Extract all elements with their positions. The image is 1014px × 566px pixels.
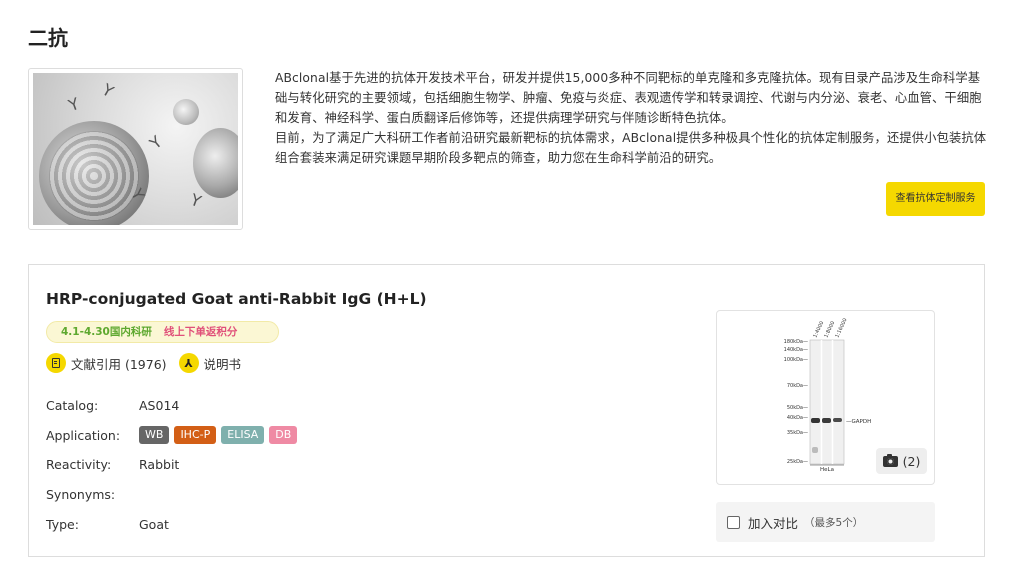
promo-text: 线上下单返积分: [163, 326, 238, 338]
promo-date: 4.1-4.30国内科研: [61, 326, 152, 338]
promo-banner[interactable]: 4.1-4.30国内科研 线上下单返积分: [46, 321, 279, 343]
blot-membrane: [809, 339, 845, 465]
camera-icon: [882, 453, 898, 467]
type-label: Type:: [46, 517, 79, 532]
application-label: Application:: [46, 427, 121, 443]
application-tag[interactable]: ELISA: [221, 426, 265, 444]
document-icon: [46, 353, 66, 373]
compare-note: （最多5个）: [804, 516, 864, 529]
band-label: —GAPDH: [846, 419, 871, 425]
lane-label: 1:16000: [834, 317, 848, 338]
image-gallery-button[interactable]: (2): [876, 448, 927, 474]
molecular-weight-marker: 100kDa—: [784, 357, 808, 363]
application-tag[interactable]: IHC-P: [174, 426, 217, 444]
blot-smear: [812, 447, 818, 453]
action-row: 文献引用 (1976) ⅄ 说明书: [46, 352, 253, 374]
molecular-weight-marker: 180kDa—: [784, 339, 808, 345]
image-count: (2): [902, 453, 921, 469]
intro-image: Y Y Y Y Y: [33, 73, 238, 225]
virus-particle-small: [173, 99, 199, 125]
reactivity-row: Reactivity: Rabbit: [46, 457, 179, 472]
synonyms-row: Synonyms:: [46, 487, 139, 502]
compare-checkbox[interactable]: [727, 515, 740, 529]
antibody-icon: Y: [146, 132, 166, 153]
intro-paragraph-2: 目前，为了满足广大科研工作者前沿研究最新靶标的抗体需求，ABclonal提供多种…: [275, 131, 987, 165]
synonyms-label: Synonyms:: [46, 487, 116, 502]
catalog-label: Catalog:: [46, 398, 99, 413]
antibody-icon: Y: [66, 93, 82, 116]
catalog-row: Catalog: AS014: [46, 398, 179, 413]
catalog-value: AS014: [139, 398, 180, 413]
virus-particle-large: [39, 121, 149, 225]
application-row: Application: WB IHC-P ELISA DB: [46, 426, 302, 444]
application-tag[interactable]: WB: [139, 426, 170, 444]
page-title: 二抗: [28, 26, 68, 50]
molecular-weight-marker: 70kDa—: [787, 383, 808, 389]
application-tag[interactable]: DB: [269, 426, 298, 444]
type-row: Type: Goat: [46, 517, 169, 532]
molecular-weight-marker: 50kDa—: [787, 405, 808, 411]
product-title[interactable]: HRP-conjugated Goat anti-Rabbit IgG (H+L…: [46, 290, 427, 308]
compare-label[interactable]: 加入对比: [748, 513, 798, 532]
intro-text: ABclonal基于先进的抗体开发技术平台，研发并提供15,000多种不同靶标的…: [275, 68, 987, 168]
application-tags: WB IHC-P ELISA DB: [139, 426, 302, 444]
citation-link[interactable]: 文献引用 (1976): [46, 353, 167, 373]
blot-band: [833, 418, 842, 422]
molecular-weight-marker: 25kDa—: [787, 459, 808, 465]
type-value: Goat: [139, 517, 169, 532]
molecular-weight-marker: 35kDa—: [787, 430, 808, 436]
molecular-weight-marker: 140kDa—: [784, 347, 808, 353]
reactivity-value: Rabbit: [139, 457, 180, 472]
blot-band: [822, 418, 831, 423]
virus-particle-medium: [193, 128, 238, 198]
antibody-icon: Y: [188, 189, 204, 212]
molecular-weight-marker: 40kDa—: [787, 415, 808, 421]
product-card: HRP-conjugated Goat anti-Rabbit IgG (H+L…: [28, 264, 985, 557]
manual-link[interactable]: ⅄ 说明书: [178, 353, 242, 373]
western-blot-image[interactable]: 180kDa— 140kDa— 100kDa— 70kDa— 50kDa— 40kDa— 3…: [716, 310, 935, 485]
intro-paragraph-1: ABclonal基于先进的抗体开发技术平台，研发并提供15,000多种不同靶标的…: [275, 71, 982, 125]
pdf-icon: ⅄: [178, 353, 199, 373]
cell-label: HeLa: [820, 467, 834, 473]
intro-image-box: Y Y Y Y Y: [28, 68, 243, 230]
citation-label: 文献引用 (1976): [71, 356, 167, 372]
compare-box: 加入对比 （最多5个）: [716, 502, 935, 542]
antibody-icon: Y: [98, 79, 117, 102]
manual-label: 说明书: [203, 356, 242, 372]
blot-band: [811, 418, 820, 423]
custom-service-button[interactable]: 查看抗体定制服务: [886, 182, 985, 216]
reactivity-label: Reactivity:: [46, 457, 112, 472]
